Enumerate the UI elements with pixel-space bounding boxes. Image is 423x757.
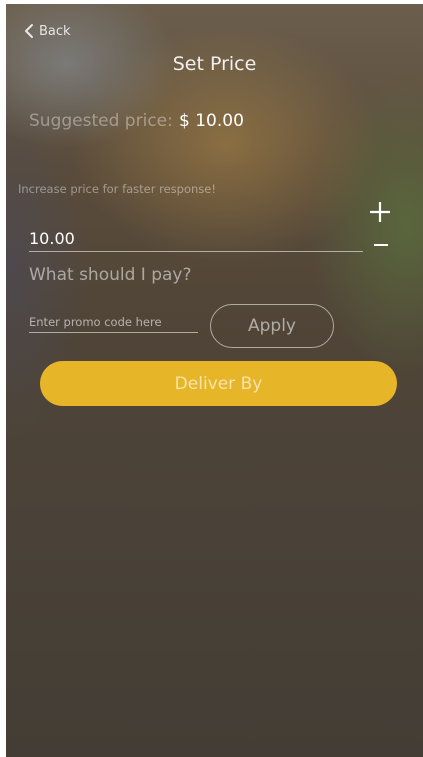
chevron-left-icon [25, 24, 33, 38]
pay-prompt-label: What should I pay? [29, 265, 192, 285]
plus-icon[interactable] [368, 200, 392, 224]
back-button[interactable]: Back [22, 22, 71, 40]
suggested-price-label: Suggested price: [29, 111, 173, 131]
suggested-price-value: $ 10.00 [179, 111, 244, 131]
minus-icon[interactable] [374, 244, 388, 246]
apply-button[interactable]: Apply [210, 304, 334, 348]
promo-code-input[interactable] [29, 312, 198, 333]
deliver-by-button[interactable]: Deliver By [40, 361, 397, 406]
back-label: Back [39, 23, 71, 39]
price-hint: Increase price for faster response! [18, 182, 216, 196]
price-input[interactable] [29, 227, 363, 252]
set-price-screen: Back Set Price Suggested price: $ 10.00 … [6, 4, 423, 757]
page-title: Set Price [172, 53, 257, 75]
